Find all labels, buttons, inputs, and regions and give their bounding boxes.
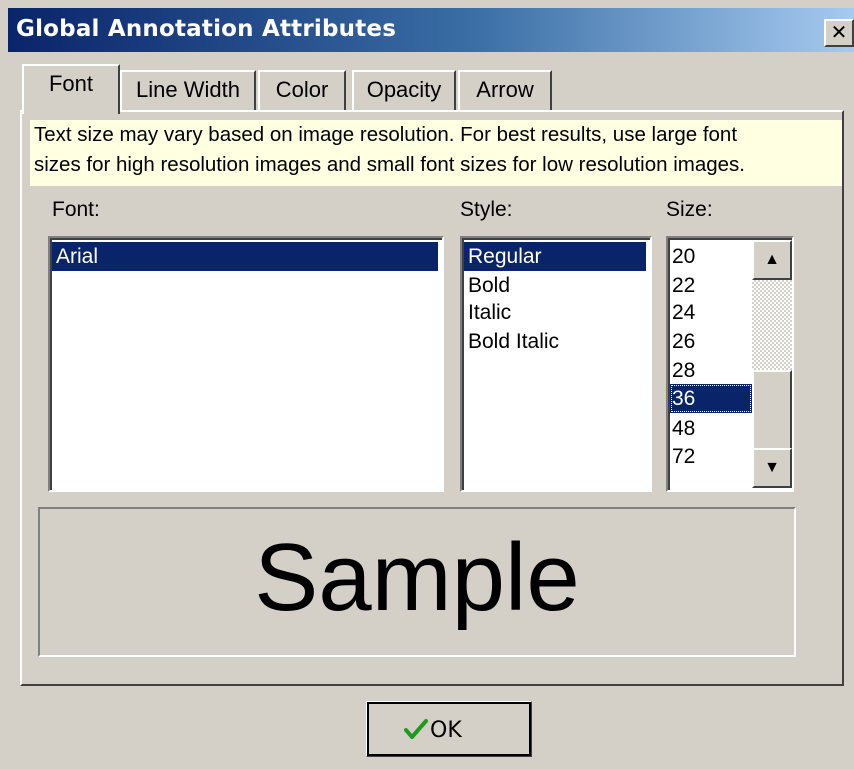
close-button[interactable]: ✕ <box>824 19 854 47</box>
scroll-thumb[interactable] <box>752 370 792 450</box>
size-item[interactable]: 20 <box>670 242 752 271</box>
style-item-regular[interactable]: Regular <box>464 242 646 271</box>
size-item[interactable]: 22 <box>670 271 752 300</box>
size-item[interactable]: 26 <box>670 327 752 356</box>
note-line-2: sizes for high resolution images and sma… <box>34 153 745 176</box>
size-item[interactable]: 72 <box>670 442 752 471</box>
checkmark-icon <box>404 719 428 739</box>
window-title: Global Annotation Attributes <box>16 16 397 42</box>
tab-label: Arrow <box>476 77 534 102</box>
font-item-arial[interactable]: Arial <box>52 242 438 271</box>
triangle-up-icon: ▲ <box>764 251 780 268</box>
tab-label: Font <box>48 71 94 96</box>
tab-arrow[interactable]: Arrow <box>458 70 552 110</box>
style-item-bold-italic[interactable]: Bold Italic <box>464 327 559 356</box>
listbox-bevel <box>50 238 442 490</box>
tab-color[interactable]: Color <box>258 70 346 110</box>
size-label: Size: <box>666 198 713 221</box>
size-listbox[interactable]: 20 22 24 26 28 36 48 72 ▲ ▼ <box>666 236 794 492</box>
style-listbox[interactable]: Regular Bold Italic Bold Italic <box>460 236 652 492</box>
tab-label: Color <box>275 77 329 102</box>
tab-label: Opacity <box>366 77 442 102</box>
close-icon: ✕ <box>830 20 848 44</box>
size-item-selected[interactable]: 36 <box>670 384 752 413</box>
style-item-bold[interactable]: Bold <box>464 271 510 300</box>
size-item[interactable]: 28 <box>670 356 752 385</box>
tab-line-width[interactable]: Line Width <box>120 70 256 110</box>
size-item[interactable]: 48 <box>670 414 752 443</box>
size-scrollbar[interactable]: ▲ ▼ <box>752 240 792 488</box>
scroll-up-button[interactable]: ▲ <box>752 240 792 280</box>
tab-opacity[interactable]: Opacity <box>352 70 456 110</box>
tab-font[interactable]: Font <box>22 64 120 114</box>
tab-label: Line Width <box>136 77 240 102</box>
ok-label: OK <box>430 718 462 743</box>
scroll-down-button[interactable]: ▼ <box>752 448 792 488</box>
style-item-italic[interactable]: Italic <box>464 298 511 327</box>
resolution-note: Text size may vary based on image resolu… <box>30 120 842 186</box>
size-item[interactable]: 24 <box>670 298 752 327</box>
style-label: Style: <box>460 198 513 221</box>
sample-preview: Sample <box>38 507 796 657</box>
dialog-window: Global Annotation Attributes ✕ Font Line… <box>0 0 854 769</box>
note-line-1: Text size may vary based on image resolu… <box>34 123 738 146</box>
ok-button[interactable]: OK <box>366 701 532 757</box>
title-bar[interactable]: Global Annotation Attributes ✕ <box>8 8 854 52</box>
triangle-down-icon: ▼ <box>764 459 780 476</box>
sample-text: Sample <box>254 524 580 631</box>
font-listbox[interactable]: Arial <box>48 236 444 492</box>
font-label: Font: <box>52 198 100 221</box>
